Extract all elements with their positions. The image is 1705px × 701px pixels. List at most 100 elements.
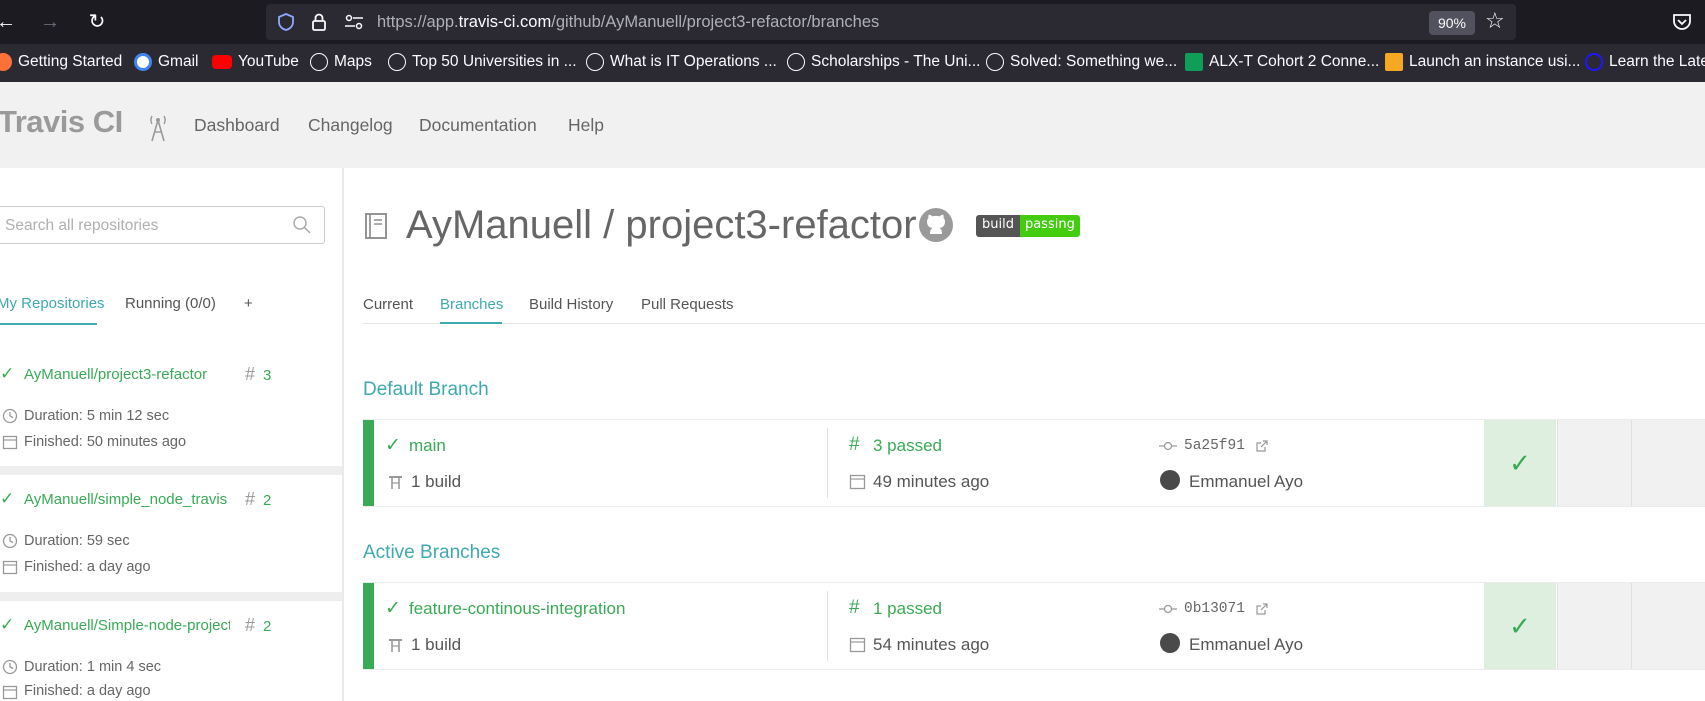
github-icon[interactable] [918, 207, 954, 243]
status-bar [363, 420, 374, 506]
build-number: 3 [263, 367, 272, 384]
repo-name[interactable]: AyManuell/project3-refactor [24, 366, 230, 383]
bookmark-item[interactable]: Maps [310, 53, 372, 71]
travis-logo[interactable]: Travis CI [0, 104, 123, 140]
branch-name[interactable]: main [409, 436, 446, 456]
repo-card[interactable]: ✓ AyManuell/Simple-node-project #2 Durat… [0, 601, 342, 701]
nav-changelog[interactable]: Changelog [308, 115, 393, 136]
bookmark-label: Maps [334, 53, 372, 70]
repo-divider [0, 592, 342, 601]
bookmark-label: What is IT Operations ... [610, 53, 777, 70]
url-prefix: https://app. [377, 13, 459, 31]
build-status[interactable]: 1 passed [873, 599, 942, 619]
tab-my-repositories[interactable]: My Repositories [0, 295, 105, 312]
nav-dashboard[interactable]: Dashboard [194, 115, 280, 136]
branch-row[interactable]: ✓ feature-continous-integration 1 build … [363, 582, 1705, 670]
tab-pull-requests[interactable]: Pull Requests [641, 296, 734, 313]
repo-finished: Finished: 50 minutes ago [24, 434, 187, 450]
active-branches-heading: Active Branches [363, 542, 501, 563]
repo-duration: Duration: 59 sec [24, 533, 130, 549]
bookmark-item[interactable]: Solved: Something we... [986, 53, 1177, 71]
external-link-icon[interactable] [1256, 440, 1268, 452]
bookmark-label: YouTube [238, 53, 299, 70]
calendar-icon [2, 435, 18, 450]
repo-card[interactable]: ✓ AyManuell/simple_node_travis #2 Durati… [0, 475, 342, 594]
permissions-icon[interactable] [344, 14, 364, 30]
star-icon[interactable]: ☆ [1485, 8, 1505, 34]
hash-icon: # [245, 489, 256, 509]
globe-icon [586, 53, 604, 71]
build-number: 2 [263, 492, 272, 509]
search-placeholder: Search all repositories [5, 217, 159, 234]
branch-name[interactable]: feature-continous-integration [409, 599, 625, 619]
avatar [1160, 633, 1180, 653]
sidebar: Search all repositories My Repositories … [0, 168, 344, 701]
bookmark-item[interactable]: Top 50 Universities in ... [388, 53, 577, 71]
calendar-icon [849, 474, 866, 490]
tab-branches[interactable]: Branches [440, 296, 503, 313]
tab-current[interactable]: Current [363, 296, 413, 313]
bookmark-item[interactable]: ALX-T Cohort 2 Conne... [1185, 53, 1379, 71]
check-icon: ✓ [0, 364, 15, 383]
build-empty-cell [1557, 583, 1631, 669]
pocket-icon[interactable] [1671, 11, 1693, 33]
back-icon[interactable]: ← [0, 10, 18, 34]
bookmark-item[interactable]: Scholarships - The Uni... [787, 53, 980, 71]
builds-icon [389, 639, 402, 652]
build-number: 2 [263, 618, 272, 635]
bookmark-label: Solved: Something we... [1010, 53, 1178, 70]
bookmark-item[interactable]: Learn the Late [1585, 53, 1705, 71]
repo-card[interactable]: ✓ AyManuell/project3-refactor #3 Duratio… [0, 352, 342, 466]
lock-icon[interactable] [310, 12, 328, 32]
branch-row[interactable]: ✓ main 1 build # 3 passed 49 minutes ago… [363, 419, 1705, 507]
bookmark-item[interactable]: Gmail [134, 53, 198, 71]
tab-running[interactable]: Running (0/0) [125, 295, 216, 312]
commit-sha[interactable]: 0b13071 [1184, 601, 1245, 617]
column-divider [827, 591, 828, 661]
app-header: Travis CI Dashboard Changelog Documentat… [0, 82, 1705, 168]
youtube-icon [212, 55, 232, 69]
repo-build-number: #2 [245, 489, 271, 510]
repo-finished: Finished: a day ago [24, 559, 151, 575]
bookmark-label: Scholarships - The Uni... [811, 53, 981, 70]
build-status[interactable]: 3 passed [873, 436, 942, 456]
commit-author: Emmanuel Ayo [1189, 635, 1304, 654]
url-bar[interactable]: https://app.travis-ci.com/github/AyManue… [266, 4, 1516, 40]
shield-icon[interactable] [276, 12, 296, 32]
bookmark-item[interactable]: Launch an instance usi... [1385, 53, 1580, 71]
url-text[interactable]: https://app.travis-ci.com/github/AyManue… [377, 13, 879, 32]
repo-book-icon [365, 213, 387, 239]
nav-help[interactable]: Help [568, 115, 604, 136]
firefox-icon [0, 53, 12, 71]
repo-name[interactable]: AyManuell/simple_node_travis [24, 491, 230, 508]
repo-name[interactable]: AyManuell/Simple-node-project [24, 617, 230, 634]
build-passed-cell[interactable]: ✓ [1484, 583, 1556, 669]
build-time: 49 minutes ago [873, 472, 990, 491]
url-path: /github/AyManuell/project3-refactor/bran… [551, 13, 880, 31]
build-status-badge[interactable]: build passing [976, 215, 1080, 237]
reload-icon[interactable]: ↻ [85, 10, 109, 34]
udacity-icon [1585, 53, 1603, 71]
tabs-divider [363, 323, 1705, 324]
commit-sha[interactable]: 5a25f91 [1184, 438, 1245, 454]
url-domain: travis-ci.com [458, 13, 552, 31]
commit-icon [1159, 604, 1177, 614]
search-icon[interactable] [292, 215, 312, 235]
hash-icon: # [849, 597, 860, 618]
zoom-level[interactable]: 90% [1429, 11, 1475, 35]
build-passed-cell[interactable]: ✓ [1484, 420, 1556, 506]
nav-documentation[interactable]: Documentation [419, 115, 537, 136]
bookmark-item[interactable]: YouTube [212, 53, 299, 71]
tab-build-history[interactable]: Build History [529, 296, 613, 313]
google-icon [134, 53, 152, 71]
forward-icon[interactable]: → [38, 10, 62, 34]
search-input[interactable]: Search all repositories [0, 206, 325, 244]
badge-label: build [976, 215, 1020, 237]
status-bar [363, 583, 374, 669]
external-link-icon[interactable] [1256, 603, 1268, 615]
bookmark-label: Learn the Late [1609, 53, 1705, 70]
broadcast-icon[interactable] [146, 112, 170, 142]
bookmark-item[interactable]: What is IT Operations ... [586, 53, 777, 71]
bookmark-item[interactable]: Getting Started [0, 53, 122, 71]
tab-add[interactable]: + [244, 295, 253, 312]
